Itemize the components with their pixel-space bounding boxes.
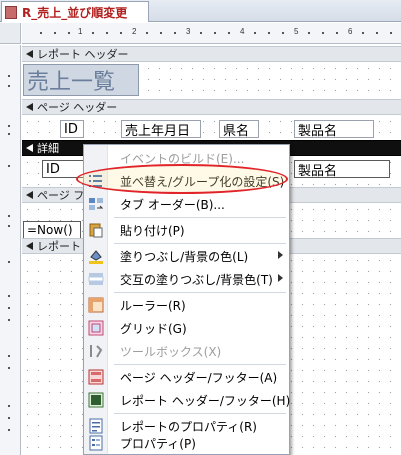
menu-item-label: タブ オーダー(B)... (120, 198, 225, 212)
menu-separator (114, 243, 286, 244)
section-arrow-icon (26, 144, 33, 152)
report-header-footer-icon (88, 392, 104, 408)
section-arrow-icon (26, 103, 33, 111)
page-header-band[interactable]: ページ ヘッダー (22, 99, 401, 115)
report-icon (5, 5, 17, 19)
menu-item-label: ページ ヘッダー/フッター(A) (120, 371, 278, 385)
menu-separator (114, 364, 286, 365)
menu-item-toolbox[interactable]: ツールボックス(X) (84, 340, 289, 362)
menu-item-label: 並べ替え/グループ化の設定(S) (120, 175, 285, 189)
menu-item-label: イベントのビルド(E)... (120, 152, 245, 166)
menu-item-label: ツールボックス(X) (120, 345, 222, 359)
menu-item-label: ルーラー(R) (120, 299, 186, 313)
page-header-label: ページ ヘッダー (37, 101, 118, 114)
menu-item-label: 塗りつぶし/背景の色(L) (120, 250, 249, 264)
menu-item-label: グリッド(G) (120, 322, 187, 336)
menu-item-paste[interactable]: 貼り付け(P) (84, 219, 289, 241)
report-header-band[interactable]: レポート ヘッダー (22, 46, 401, 62)
menu-item-alternate-fill[interactable]: 交互の塗りつぶし/背景色(T) (84, 268, 289, 290)
alternate-fill-icon (88, 271, 104, 287)
menu-item-build-event[interactable]: イベントのビルド(E)... (84, 147, 289, 169)
submenu-arrow-icon (278, 274, 283, 282)
detail-label: 詳細 (37, 142, 59, 155)
document-tab[interactable]: R_売上_並び順変更 (1, 1, 149, 22)
section-arrow-icon (26, 50, 33, 58)
ruler-number: 2 (132, 27, 137, 36)
paste-icon (88, 222, 104, 238)
report-header-label: レポート ヘッダー (37, 48, 129, 61)
section-arrow-icon (26, 242, 33, 250)
menu-item-sort-group[interactable]: 並べ替え/グループ化の設定(S) (84, 170, 289, 192)
header-date-label[interactable]: 売上年月日 (121, 120, 201, 138)
menu-item-ruler[interactable]: ルーラー(R) (84, 294, 289, 316)
menu-item-page-header-footer[interactable]: ページ ヘッダー/フッター(A) (84, 366, 289, 388)
ruler-corner-selector[interactable] (0, 23, 21, 44)
fill-color-icon (88, 248, 104, 264)
ruler-number: 3 (186, 27, 191, 36)
ruler-icon (88, 297, 104, 313)
grid-icon (88, 320, 104, 336)
report-footer-label: レポート (37, 240, 81, 253)
document-tab-strip: R_売上_並び順変更 (0, 0, 401, 22)
horizontal-ruler[interactable]: 1 2 3 4 5 6 (22, 23, 401, 44)
menu-separator (114, 217, 286, 218)
detail-product-field[interactable]: 製品名 (294, 160, 390, 178)
build-event-icon (88, 150, 104, 166)
menu-item-label: プロパティ(P) (120, 437, 196, 451)
menu-item-tab-order[interactable]: タブ オーダー(B)... (84, 193, 289, 215)
vertical-ruler[interactable] (0, 45, 21, 455)
ruler-number: 5 (294, 27, 299, 36)
ruler-number: 1 (78, 27, 83, 36)
toolbox-icon (88, 343, 104, 359)
menu-item-label: 交互の塗りつぶし/背景色(T) (120, 273, 273, 287)
page-header-footer-icon (88, 369, 104, 385)
menu-item-grid[interactable]: グリッド(G) (84, 317, 289, 339)
page-footer-label: ページ フ (37, 189, 85, 202)
context-menu: イベントのビルド(E)... 並べ替え/グループ化の設定(S) タブ オーダー(… (83, 144, 290, 455)
menu-item-fill-color[interactable]: 塗りつぶし/背景の色(L) (84, 245, 289, 267)
section-arrow-icon (26, 191, 33, 199)
now-function-field[interactable]: =Now() (23, 221, 81, 239)
header-product-label[interactable]: 製品名 (294, 120, 374, 138)
menu-item-label: 貼り付け(P) (120, 224, 185, 238)
properties-icon (88, 435, 104, 451)
ruler-number: 6 (348, 27, 353, 36)
menu-item-report-header-footer[interactable]: レポート ヘッダー/フッター(H) (84, 389, 291, 411)
report-title-label[interactable]: 売上一覧 (23, 64, 139, 96)
menu-separator (114, 292, 286, 293)
menu-item-label: レポート ヘッダー/フッター(H) (120, 394, 291, 408)
sort-group-icon (88, 173, 104, 189)
menu-item-properties[interactable]: プロパティ(P) (84, 432, 289, 454)
ruler-number: 4 (240, 27, 245, 36)
header-id-label[interactable]: ID (60, 120, 84, 138)
tab-order-icon (88, 196, 104, 212)
header-prefecture-label[interactable]: 県名 (219, 120, 259, 138)
menu-separator (114, 413, 286, 414)
submenu-arrow-icon (278, 251, 283, 259)
document-tab-label: R_売上_並び順変更 (22, 5, 128, 20)
